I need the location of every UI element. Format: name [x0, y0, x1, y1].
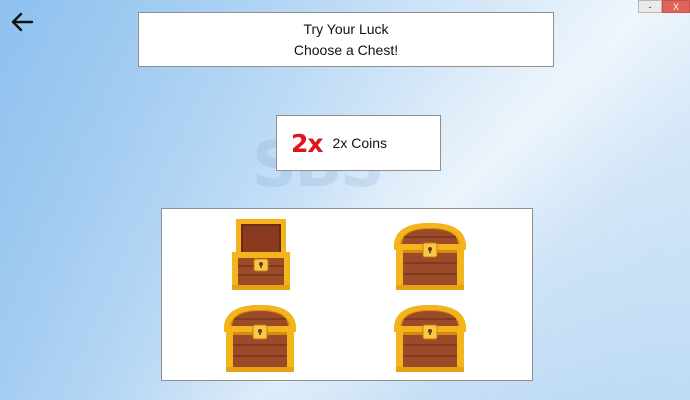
treasure-chest-icon: [224, 305, 296, 372]
treasure-chest-icon: [232, 219, 290, 290]
chest-closed-2[interactable]: [220, 299, 300, 373]
chest-closed-1[interactable]: [390, 217, 470, 291]
chest-open[interactable]: [226, 215, 296, 291]
chest-selection-panel: [161, 208, 533, 381]
chest-closed-3[interactable]: [390, 299, 470, 373]
treasure-chest-icon: [394, 223, 466, 290]
page-title: Try Your Luck: [303, 20, 389, 37]
close-button[interactable]: X: [662, 0, 690, 13]
window-controls: - X: [638, 0, 690, 13]
multiplier-label: 2x Coins: [332, 135, 387, 151]
title-panel: Try Your Luck Choose a Chest!: [138, 12, 554, 67]
back-button[interactable]: [10, 11, 34, 33]
back-arrow-icon: [11, 12, 34, 32]
multiplier-badge: 2x: [291, 128, 324, 158]
page-subtitle: Choose a Chest!: [293, 41, 399, 58]
treasure-chest-icon: [394, 305, 466, 372]
minimize-button[interactable]: -: [638, 0, 662, 13]
multiplier-panel: 2x 2x Coins: [276, 115, 441, 171]
